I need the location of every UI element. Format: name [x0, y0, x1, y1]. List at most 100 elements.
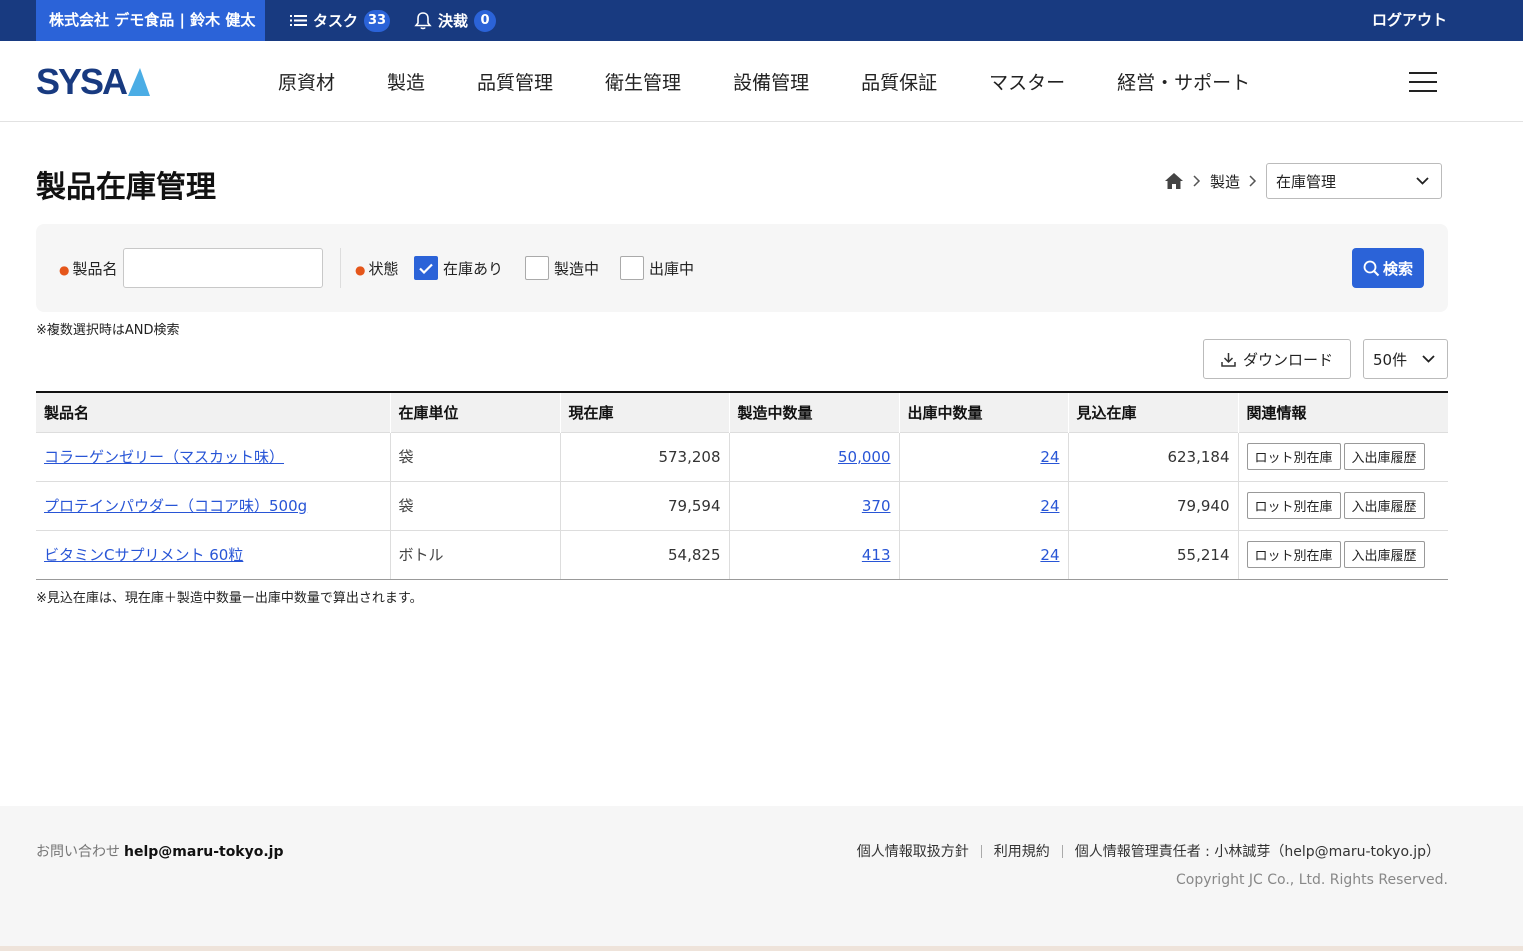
- contact-info: お問い合わせ help@maru-tokyo.jp: [36, 841, 284, 861]
- nav-item-manufacturing[interactable]: 製造: [387, 68, 425, 95]
- history-button[interactable]: 入出庫履歴: [1343, 541, 1425, 568]
- history-button[interactable]: 入出庫履歴: [1343, 492, 1425, 519]
- search-button-label: 検索: [1382, 259, 1413, 278]
- stock-unit: ボトル: [390, 529, 561, 580]
- status-option-manufacturing[interactable]: 製造中: [525, 256, 599, 280]
- product-name-label: ● 製品名: [59, 260, 118, 278]
- task-link[interactable]: タスク 33: [290, 0, 391, 41]
- status-label: ● 状態: [355, 260, 399, 278]
- shipping-qty-link[interactable]: 24: [1040, 546, 1059, 564]
- per-page-select[interactable]: 50件: [1363, 339, 1448, 379]
- contact-email[interactable]: help@maru-tokyo.jp: [124, 844, 284, 860]
- lot-stock-button[interactable]: ロット別在庫: [1246, 492, 1341, 519]
- hamburger-menu-icon[interactable]: [1409, 72, 1437, 92]
- search-panel: ● 製品名 ● 状態 在庫あり 製造中 出庫中 検索: [36, 224, 1448, 312]
- nav-item-management[interactable]: 経営・サポート: [1117, 68, 1250, 95]
- footer-link-privacy-manager[interactable]: 個人情報管理責任者 : 小林誠芽（help@maru-tokyo.jp）: [1075, 841, 1440, 861]
- search-button[interactable]: 検索: [1352, 248, 1424, 288]
- product-name-link[interactable]: ビタミンCサプリメント 60粒: [44, 546, 243, 564]
- checkbox-icon[interactable]: [525, 256, 549, 280]
- download-icon: [1221, 352, 1236, 367]
- lot-stock-button[interactable]: ロット別在庫: [1246, 443, 1341, 470]
- contact-label: お問い合わせ: [36, 844, 120, 860]
- table-row: コラーゲンゼリー（マスカット味） 袋 573,208 50,000 24 623…: [36, 431, 1448, 481]
- column-header[interactable]: 製品名: [36, 392, 391, 432]
- chevron-down-icon: [1416, 177, 1429, 185]
- manufacturing-qty-link[interactable]: 370: [862, 497, 891, 515]
- breadcrumb-current: 在庫管理: [1276, 172, 1337, 191]
- projected-stock: 55,214: [1068, 529, 1239, 580]
- shipping-qty-link[interactable]: 24: [1040, 448, 1059, 466]
- table-header-row: 製品名 在庫単位 現在庫 製造中数量 出庫中数量 見込在庫 関連情報: [36, 392, 1448, 432]
- nav-item-materials[interactable]: 原資材: [278, 68, 335, 95]
- approval-count-badge: 0: [474, 9, 497, 32]
- product-name-link[interactable]: コラーゲンゼリー（マスカット味）: [44, 448, 284, 466]
- download-label: ダウンロード: [1242, 350, 1333, 369]
- task-label: タスク: [313, 12, 359, 30]
- checkbox-checked-icon[interactable]: [414, 256, 438, 280]
- logout-link[interactable]: ログアウト: [1372, 0, 1447, 41]
- checkbox-icon[interactable]: [620, 256, 644, 280]
- column-header[interactable]: 見込在庫: [1068, 392, 1239, 432]
- column-header[interactable]: 製造中数量: [729, 392, 900, 432]
- projected-stock: 79,940: [1068, 480, 1239, 530]
- current-stock: 573,208: [560, 431, 730, 481]
- chevron-down-icon: [1422, 355, 1435, 363]
- per-page-value: 50件: [1373, 350, 1408, 369]
- breadcrumb: 製造 在庫管理: [1164, 163, 1443, 199]
- footer: お問い合わせ help@maru-tokyo.jp 個人情報取扱方針 利用規約 個…: [0, 806, 1523, 946]
- status-option-label: 製造中: [554, 259, 600, 278]
- page-title: 製品在庫管理: [36, 170, 216, 205]
- footer-link-privacy-policy[interactable]: 個人情報取扱方針: [857, 841, 969, 861]
- footer-link-terms[interactable]: 利用規約: [994, 841, 1050, 861]
- svg-text:SYSA: SYSA: [36, 65, 128, 97]
- status-option-label: 出庫中: [649, 259, 695, 278]
- nav-item-quality-assurance[interactable]: 品質保証: [861, 68, 937, 95]
- status-option-shipping[interactable]: 出庫中: [620, 256, 694, 280]
- sysa-logo[interactable]: SYSA: [36, 61, 152, 102]
- footer-separator: [1061, 844, 1063, 858]
- task-count-badge: 33: [364, 9, 391, 32]
- shipping-qty-link[interactable]: 24: [1040, 497, 1059, 515]
- nav-item-master[interactable]: マスター: [989, 68, 1065, 95]
- column-header[interactable]: 現在庫: [560, 392, 730, 432]
- breadcrumb-parent[interactable]: 製造: [1210, 171, 1240, 192]
- product-name-input[interactable]: [123, 248, 323, 288]
- status-option-in-stock[interactable]: 在庫あり: [414, 256, 503, 280]
- download-button[interactable]: ダウンロード: [1203, 339, 1351, 379]
- column-header[interactable]: 出庫中数量: [899, 392, 1069, 432]
- current-stock: 54,825: [560, 529, 730, 580]
- manufacturing-qty-link[interactable]: 413: [862, 546, 891, 564]
- chevron-right-icon: [1249, 175, 1257, 187]
- current-stock: 79,594: [560, 480, 730, 530]
- history-button[interactable]: 入出庫履歴: [1343, 443, 1425, 470]
- nav-item-equipment[interactable]: 設備管理: [733, 68, 809, 95]
- product-name-link[interactable]: プロテインパウダー（ココア味）500g: [44, 497, 307, 515]
- search-icon: [1363, 260, 1380, 276]
- column-header[interactable]: 在庫単位: [390, 392, 561, 432]
- home-icon[interactable]: [1164, 172, 1184, 190]
- status-option-label: 在庫あり: [443, 259, 504, 278]
- column-header: 関連情報: [1238, 392, 1448, 432]
- nav-item-hygiene[interactable]: 衛生管理: [605, 68, 681, 95]
- footer-separator: [980, 844, 982, 858]
- main-header: SYSA 原資材 製造 品質管理 衛生管理 設備管理 品質保証 マスター 経営・…: [0, 41, 1523, 122]
- top-bar: 株式会社 デモ食品 | 鈴木 健太 タスク 33 決裁 0 ログアウト: [0, 0, 1523, 41]
- breadcrumb-select[interactable]: 在庫管理: [1266, 163, 1443, 199]
- table-note: ※見込在庫は、現在庫＋製造中数量ー出庫中数量で算出されます。: [36, 591, 423, 606]
- stock-unit: 袋: [390, 480, 561, 530]
- lot-stock-button[interactable]: ロット別在庫: [1246, 541, 1341, 568]
- projected-stock: 623,184: [1068, 431, 1239, 481]
- nav-item-quality-control[interactable]: 品質管理: [477, 68, 553, 95]
- field-divider: [340, 248, 341, 288]
- main-nav: 原資材 製造 品質管理 衛生管理 設備管理 品質保証 マスター 経営・サポート: [278, 41, 1250, 122]
- copyright: Copyright JC Co., Ltd. Rights Reserved.: [1176, 872, 1448, 888]
- manufacturing-qty-link[interactable]: 50,000: [838, 448, 891, 466]
- logo-image: SYSA: [36, 61, 150, 102]
- company-user-label: 株式会社 デモ食品 | 鈴木 健太: [36, 0, 265, 41]
- approval-link[interactable]: 決裁 0: [414, 0, 497, 41]
- list-icon: [290, 15, 307, 26]
- inventory-table: 製品名 在庫単位 現在庫 製造中数量 出庫中数量 見込在庫 関連情報 コラーゲン…: [36, 391, 1448, 580]
- approval-label: 決裁: [438, 12, 469, 30]
- footer-links: 個人情報取扱方針 利用規約 個人情報管理責任者 : 小林誠芽（help@maru…: [857, 841, 1440, 861]
